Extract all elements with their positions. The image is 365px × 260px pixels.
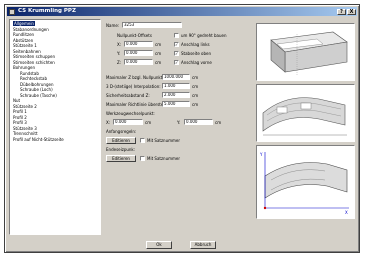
werkzeug-x-input[interactable]: 0.000 [113,119,143,125]
max-z-label: Maximaler Z bzgl. Nullpunkt: [106,75,164,80]
gedreht-label: um 90° gedreht bauen [181,33,227,38]
wy-label: Y: [177,120,181,125]
anfang-satznummer-checkbox[interactable] [140,138,145,143]
ende-label: Endeseizpunk: [106,147,136,152]
anfang-satznummer-label: Mit Satznummer [147,138,181,143]
preview-panel-bottom: Y X [256,145,355,219]
ok-button[interactable]: Ok [146,241,172,249]
name-input[interactable]: 3253 [122,22,182,28]
tree-item-allgemein[interactable]: Allgemein [13,21,35,26]
ende-satznummer-label: Mit Satznummer [147,156,181,161]
links-checkbox[interactable]: ✓ [174,42,179,47]
oben-label: Stabseite oben [181,51,212,56]
x-offset-input[interactable]: 0.000 [124,41,153,47]
close-button[interactable]: X [347,8,356,15]
tree-item[interactable]: Stützseite 2 [13,104,37,109]
interpolation-input[interactable]: 1.000 [162,83,190,89]
max-z-unit: cm [192,75,199,80]
window-title: CS Krummling PPZ [18,8,76,14]
maxrichtung-label: Maximaler Richtlinie überstell: [106,102,167,107]
maxrichtung-input[interactable]: 5.000 [162,101,190,107]
ende-satznummer-checkbox[interactable] [140,156,145,161]
tree-item[interactable]: Rechteckstab [20,76,47,81]
tree-item[interactable]: Dübelbohrungen [20,82,54,87]
y-label: Y: [117,51,121,56]
interpolation-unit: cm [192,84,199,89]
dialog-window: CS Krummling PPZ ? X Allgemein Stabanord… [4,4,360,253]
tree-item[interactable]: Rundstab [20,71,39,76]
tree-item[interactable]: Stützseite 1 [13,43,37,48]
tree-item[interactable]: Bohrungen [13,65,35,70]
app-icon [9,8,15,15]
nullpunkt-label: Nullpunkt-Offsets [117,33,152,38]
y-unit: cm [155,51,162,56]
anfang-edit-button[interactable]: Editieren [106,137,136,144]
tree-item[interactable]: Abstützen [13,38,33,43]
x-label: X: [117,42,122,47]
sicherheit-unit: cm [192,93,199,98]
beam-illustration-bottom: Y X [259,152,349,215]
tree-item[interactable]: Nut [13,98,20,103]
x-axis-label: X [345,210,348,215]
ende-edit-button[interactable]: Editieren [106,155,136,162]
wx-unit: cm [145,120,152,125]
tree-item[interactable]: Profil auf Nicht-Stützseite [13,137,64,142]
x-unit: cm [155,42,162,47]
category-tree[interactable]: Allgemein Stabanordnungen Rundlitzen Abs… [9,19,101,235]
tree-item[interactable]: Schraube (Loch) [20,87,53,92]
z-unit: cm [155,60,162,65]
title-bar: CS Krummling PPZ ? X [7,7,357,16]
wy-unit: cm [215,120,222,125]
preview-panel-top [256,23,355,81]
beam-illustration-top [270,31,348,76]
tree-item[interactable]: Profil 3 [13,120,27,125]
sicherheit-input[interactable]: 2.000 [162,92,190,98]
sicherheit-label: Sicherheitsabstand Z: [106,93,150,98]
help-button[interactable]: ? [337,8,346,15]
y-axis-label: Y [259,152,263,157]
max-z-input[interactable]: 1000.000 [162,74,190,80]
y-offset-input[interactable]: 0.000 [124,50,153,56]
beam-illustration-middle [262,97,347,136]
tree-item[interactable]: Stabanordnungen [13,27,49,32]
cancel-button[interactable]: Abbruch [190,241,216,249]
vorne-label: Anschlag vorne [181,60,212,65]
tree-item[interactable]: Rundlitzen [13,32,34,37]
tree-item[interactable]: Profil 1 [13,109,27,114]
oben-checkbox[interactable]: ✓ [174,51,179,56]
gedreht-checkbox[interactable] [174,33,179,38]
z-offset-input[interactable]: 0.000 [124,59,153,65]
tree-item[interactable]: Stützseite 3 [13,126,37,131]
name-label: Name: [106,23,120,28]
tree-item[interactable]: Stimseiten schichten [13,60,55,65]
vorne-checkbox[interactable]: ✓ [174,60,179,65]
anfang-label: Anfangsregeln: [106,129,137,134]
werkzeug-label: Werkzeugwechselpunkt: [106,111,155,116]
wx-label: X: [106,120,111,125]
tree-item[interactable]: Stimseiten schuppen [13,54,55,59]
tree-item[interactable]: Trennschnitt [13,131,38,136]
tree-item[interactable]: Schraube (Tasche) [20,93,57,98]
z-label: Z: [117,60,122,65]
maxrichtung-unit: cm [192,102,199,107]
werkzeug-y-input[interactable]: 0.000 [184,119,213,125]
preview-panel-middle [256,84,355,142]
interpolation-label: 3 D-(stetiige) Interpolation: [106,84,161,89]
tree-item[interactable]: Profil 2 [13,115,27,120]
links-label: Anschlag links [181,42,210,47]
tree-item[interactable]: Seitenbahnen [13,49,41,54]
